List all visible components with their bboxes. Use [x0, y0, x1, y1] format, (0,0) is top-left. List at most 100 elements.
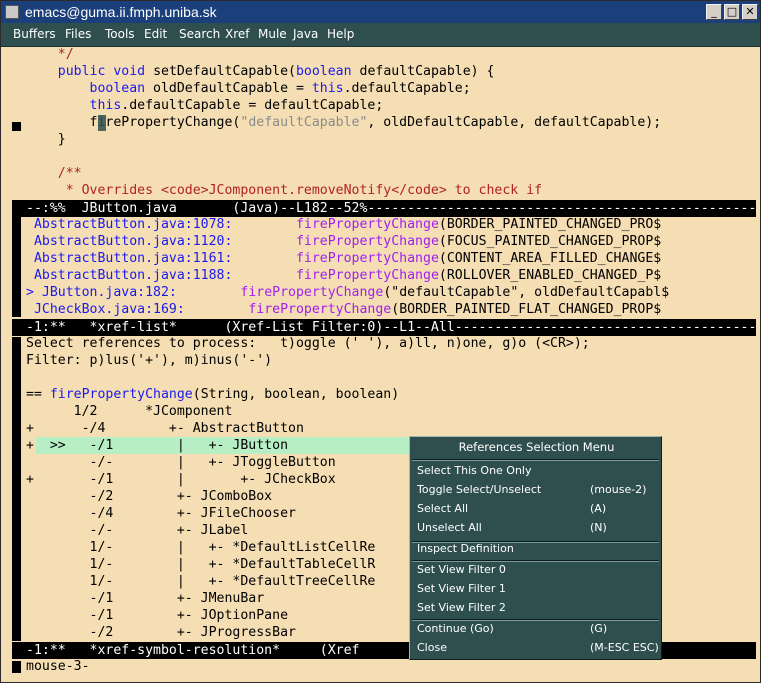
text-segment: 1/2 *JComponent	[26, 404, 233, 419]
resolution-row[interactable]: Filter: p)lus('+'), m)inus('-')	[26, 352, 272, 369]
popup-item-continue-go[interactable]: Continue (Go)	[417, 621, 494, 637]
window-menu-icon[interactable]	[5, 5, 19, 19]
text-segment: , oldDefaultCapable, defaultCapable);	[367, 115, 662, 130]
text-segment: "defaultCapable"	[240, 115, 368, 130]
popup-item-unselect-all[interactable]: Unselect All	[417, 520, 482, 536]
text-segment: defaultCapable) {	[351, 64, 495, 79]
text-segment: firePropertyChange	[240, 285, 384, 300]
text-segment: */	[26, 47, 74, 62]
menu-tools[interactable]: Tools	[105, 27, 135, 41]
window-title: emacs@guma.ii.fmph.uniba.sk	[25, 4, 217, 20]
xref-reference-row[interactable]: AbstractButton.java:1161: firePropertyCh…	[26, 250, 661, 267]
text-segment: (String, boolean, boolean)	[192, 387, 400, 402]
resolution-row[interactable]: -/4 +- JFileChooser	[26, 505, 296, 522]
menu-java[interactable]: Java	[293, 27, 318, 41]
text-segment: * Overrides <code>JComponent.removeNotif…	[26, 183, 543, 198]
text-segment: void	[113, 64, 146, 79]
menu-search[interactable]: Search	[179, 27, 220, 41]
menu-edit[interactable]: Edit	[144, 27, 167, 41]
text-segment: Filter: p)lus('+'), m)inus('-')	[26, 353, 273, 368]
text-segment	[26, 81, 90, 96]
menu-xref[interactable]: Xref	[225, 27, 250, 41]
menu-buffers[interactable]: Buffers	[13, 27, 56, 41]
popup-item-set-view-filter-0[interactable]: Set View Filter 0	[417, 562, 506, 578]
menu-help[interactable]: Help	[327, 27, 354, 41]
text-segment: -/1 +- JMenuBar	[26, 591, 265, 606]
text-segment: firePropertyChange	[295, 217, 439, 232]
code-modeline[interactable]: --:%% JButton.java (Java)--L182--52%----…	[12, 200, 756, 217]
popup-item-toggle-select-unselect[interactable]: Toggle Select/Unselect	[417, 482, 541, 498]
text-segment: + >> -/1 | +- JButton	[26, 438, 289, 453]
text-segment	[232, 234, 296, 249]
title-bar[interactable]: emacs@guma.ii.fmph.uniba.sk _ □ ✕	[1, 1, 760, 23]
close-button[interactable]: ✕	[742, 4, 758, 20]
text-segment: -/1 +- JOptionPane	[26, 608, 289, 623]
popup-item-set-view-filter-1[interactable]: Set View Filter 1	[417, 581, 506, 597]
resolution-row[interactable]: Select references to process: t)oggle ('…	[26, 335, 590, 352]
resolution-row[interactable]: -/2 +- JComboBox	[26, 488, 273, 505]
text-segment: firePropertyChange	[295, 234, 439, 249]
text-segment: /**	[26, 166, 82, 181]
resolution-row[interactable]: + >> -/1 | +- JButton	[26, 437, 288, 454]
text-segment: -/- +- JLabel	[26, 523, 249, 538]
text-segment: ==	[26, 387, 50, 402]
minibuffer[interactable]: mouse-3-	[26, 658, 90, 675]
text-segment: oldDefaultCapable =	[145, 81, 312, 96]
resolution-row[interactable]: 1/2 *JComponent	[26, 403, 233, 420]
code-line[interactable]: boolean oldDefaultCapable = this.default…	[26, 80, 471, 97]
text-segment: boolean	[295, 64, 352, 79]
text-segment: boolean	[89, 81, 146, 96]
text-segment	[177, 285, 241, 300]
popup-item-close[interactable]: Close	[417, 640, 447, 656]
xref-reference-row[interactable]: AbstractButton.java:1188: firePropertyCh…	[26, 267, 661, 284]
resolution-row[interactable]: -/- +- JLabel	[26, 522, 249, 539]
text-segment	[232, 217, 296, 232]
xref-reference-row[interactable]: > JButton.java:182: firePropertyChange("…	[26, 284, 669, 301]
popup-separator	[412, 459, 659, 461]
text-segment: firePropertyChange	[49, 387, 193, 402]
text-segment: AbstractButton.java:1161:	[26, 251, 233, 266]
minimize-button[interactable]: _	[706, 4, 722, 20]
text-segment: ("defaultCapable", oldDefaultCapabl$	[383, 285, 670, 300]
text-segment: setDefaultCapable(	[145, 64, 296, 79]
resolution-row[interactable]: -/1 +- JMenuBar	[26, 590, 265, 607]
xref-list-modeline[interactable]: -1:** *xref-list* (Xref-List Filter:0)--…	[12, 319, 756, 336]
popup-item-set-view-filter-2[interactable]: Set View Filter 2	[417, 600, 506, 616]
code-line[interactable]: /**	[26, 165, 82, 182]
resolution-row[interactable]: 1/- | +- *DefaultListCellRe	[26, 539, 376, 556]
code-line[interactable]: */	[26, 46, 74, 63]
resolution-scrollbar[interactable]	[12, 337, 21, 641]
resolution-row[interactable]: + -/4 +- AbstractButton	[26, 420, 304, 437]
popup-item-shortcut: (A)	[590, 502, 607, 515]
menu-files[interactable]: Files	[65, 27, 91, 41]
code-line[interactable]: }	[26, 131, 66, 148]
xref-list-scrollbar[interactable]	[12, 217, 21, 317]
xref-reference-row[interactable]: AbstractButton.java:1120: firePropertyCh…	[26, 233, 661, 250]
resolution-row[interactable]: == firePropertyChange(String, boolean, b…	[26, 386, 399, 403]
text-segment: (ROLLOVER_ENABLED_CHANGED_P$	[438, 268, 662, 283]
code-line[interactable]: this.defaultCapable = defaultCapable;	[26, 97, 384, 114]
emacs-window: emacs@guma.ii.fmph.uniba.sk _ □ ✕ Buffer…	[0, 0, 761, 683]
text-segment: (CONTENT_AREA_FILLED_CHANGE$	[438, 251, 662, 266]
resolution-row[interactable]: -/2 +- JProgressBar	[26, 624, 296, 641]
xref-reference-row[interactable]: JCheckBox.java:169: firePropertyChange(B…	[26, 301, 661, 318]
code-line[interactable]: * Overrides <code>JComponent.removeNotif…	[26, 182, 542, 199]
text-segment: Select references to process: t)oggle ('…	[26, 336, 590, 351]
text-segment: 1/- | +- *DefaultTreeCellRe	[26, 574, 376, 589]
popup-item-select-this-one-only[interactable]: Select This One Only	[417, 463, 532, 479]
minibuffer-fringe	[12, 661, 21, 673]
resolution-row[interactable]: 1/- | +- *DefaultTreeCellRe	[26, 573, 376, 590]
code-line[interactable]: firePropertyChange("defaultCapable", old…	[26, 114, 662, 131]
resolution-row[interactable]: -/- | +- JToggleButton	[26, 454, 336, 471]
text-segment: (BORDER_PAINTED_CHANGED_PRO$	[438, 217, 662, 232]
popup-item-inspect-definition[interactable]: Inspect Definition	[417, 541, 514, 557]
resolution-row[interactable]: + -/1 | +- JCheckBox	[26, 471, 336, 488]
maximize-button[interactable]: □	[724, 4, 740, 20]
popup-item-shortcut: (N)	[590, 521, 607, 534]
xref-reference-row[interactable]: AbstractButton.java:1078: firePropertyCh…	[26, 216, 661, 233]
resolution-row[interactable]: 1/- | +- *DefaultTableCellR	[26, 556, 376, 573]
resolution-row[interactable]: -/1 +- JOptionPane	[26, 607, 289, 624]
popup-item-select-all[interactable]: Select All	[417, 501, 468, 517]
code-line[interactable]: public void setDefaultCapable(boolean de…	[26, 63, 495, 80]
menu-mule[interactable]: Mule	[258, 27, 287, 41]
